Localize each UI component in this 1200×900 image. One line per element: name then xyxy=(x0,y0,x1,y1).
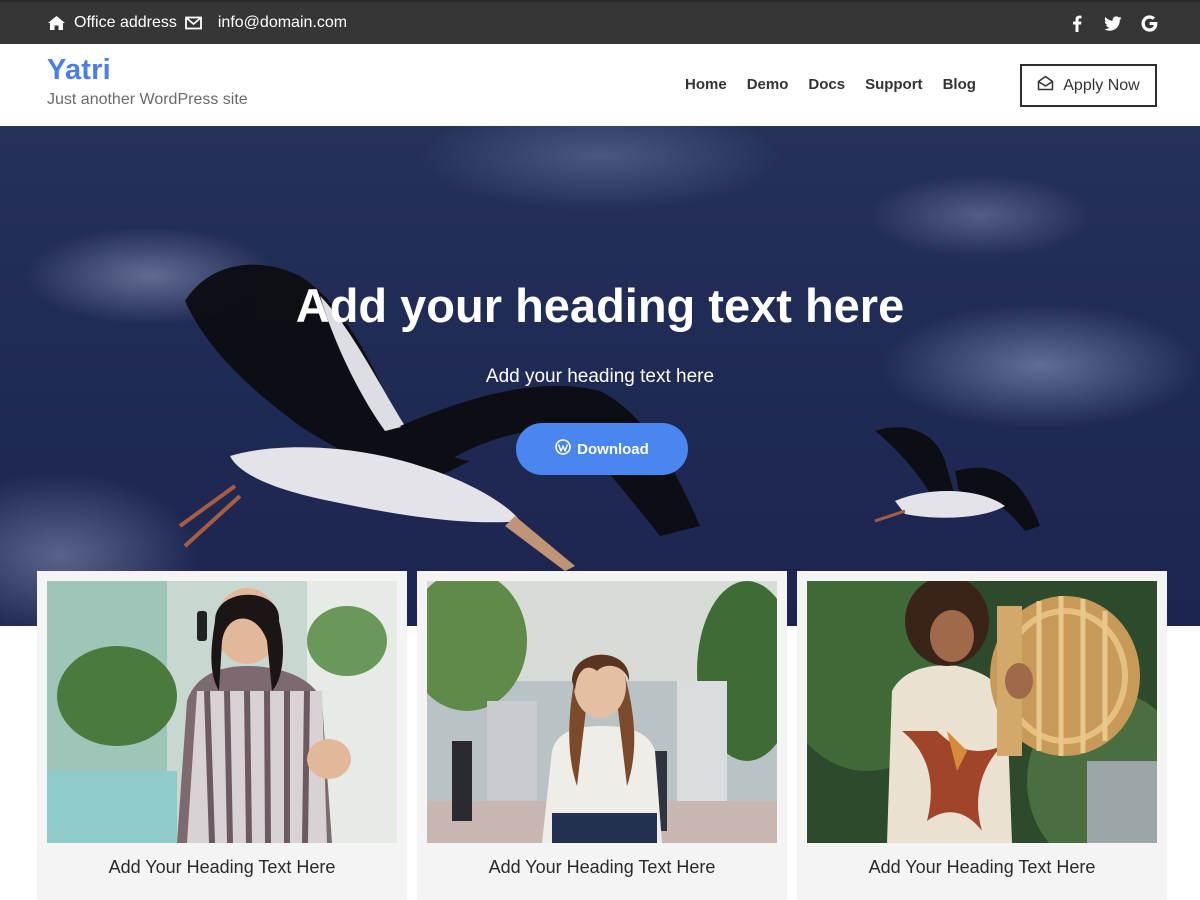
hero-heading: Add your heading text here xyxy=(295,279,905,332)
card-image xyxy=(807,581,1157,843)
contact-info: Office address info@domain.com xyxy=(47,2,347,44)
home-icon xyxy=(47,15,66,31)
card-caption: Add Your Heading Text Here xyxy=(488,857,716,877)
feature-card[interactable]: Add Your Heading Text Here xyxy=(417,571,787,900)
download-label: Download xyxy=(577,440,649,458)
apply-now-label: Apply Now xyxy=(1063,76,1140,94)
twitter-icon[interactable] xyxy=(1104,14,1122,32)
card-caption: Add Your Heading Text Here xyxy=(108,857,336,877)
site-title[interactable]: Yatri xyxy=(47,52,248,88)
site-tagline: Just another WordPress site xyxy=(47,91,248,108)
apply-now-button[interactable]: Apply Now xyxy=(1020,64,1157,107)
card-image xyxy=(47,581,397,843)
card-image xyxy=(427,581,777,843)
site-header: Yatri Just another WordPress site Home D… xyxy=(0,44,1200,126)
envelope-open-icon xyxy=(1037,75,1054,96)
nav-item-home[interactable]: Home xyxy=(685,76,727,93)
card-caption: Add Your Heading Text Here xyxy=(868,857,1096,877)
google-icon[interactable] xyxy=(1140,14,1158,32)
hero-banner: Add your heading text here Add your head… xyxy=(0,126,1200,626)
wordpress-icon xyxy=(555,439,571,459)
nav-item-demo[interactable]: Demo xyxy=(747,76,789,93)
nav-item-support[interactable]: Support xyxy=(865,76,923,93)
office-address[interactable]: Office address xyxy=(74,14,177,32)
email-link[interactable]: info@domain.com xyxy=(218,14,347,32)
download-button[interactable]: Download xyxy=(516,423,688,475)
feature-card[interactable]: Add Your Heading Text Here xyxy=(797,571,1167,900)
nav-item-blog[interactable]: Blog xyxy=(943,76,976,93)
main-navigation: Home Demo Docs Support Blog xyxy=(685,76,976,93)
social-links xyxy=(1068,2,1158,44)
facebook-icon[interactable] xyxy=(1068,14,1086,32)
nav-item-docs[interactable]: Docs xyxy=(808,76,845,93)
hero-subheading: Add your heading text here xyxy=(485,366,715,387)
envelope-icon xyxy=(184,16,202,30)
top-bar: Office address info@domain.com xyxy=(0,0,1200,44)
site-branding: Yatri Just another WordPress site xyxy=(47,52,248,109)
feature-card[interactable]: Add Your Heading Text Here xyxy=(37,571,407,900)
